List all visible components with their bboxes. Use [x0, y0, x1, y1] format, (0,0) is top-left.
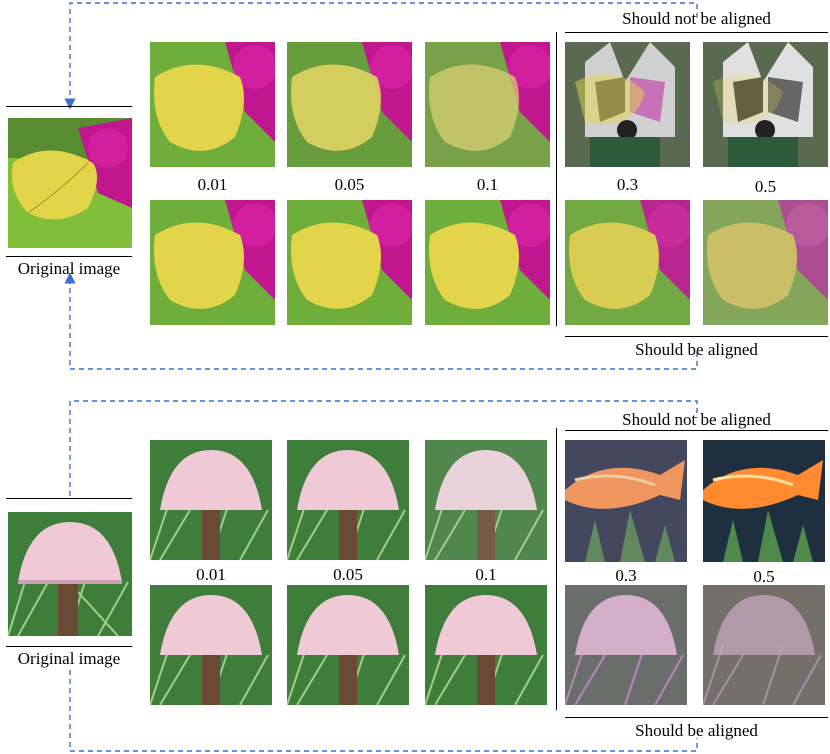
value-label-005: 0.05: [334, 175, 365, 194]
header-should-not-be-aligned-2: Should not be aligned: [622, 410, 771, 429]
image-top-01-2: [425, 440, 547, 560]
separator-vertical-2: [556, 428, 557, 710]
original-mushroom-image: [8, 512, 132, 636]
value-label-001: 0.01: [197, 175, 228, 194]
value-label-03-2: 0.3: [615, 566, 637, 585]
header-should-be-aligned-2: Should be aligned: [635, 721, 758, 740]
value-label-01: 0.1: [476, 175, 499, 194]
image-top-001: [150, 42, 275, 167]
image-bottom-01-2: [425, 585, 547, 705]
image-bottom-005-2: [287, 585, 409, 705]
original-butterfly-image: [8, 118, 132, 248]
image-bottom-03: [565, 200, 690, 325]
image-top-005: [287, 42, 412, 167]
value-label-01-2: 0.1: [475, 565, 497, 584]
header-bottom-line-2: [565, 717, 828, 718]
image-bottom-001-2: [150, 585, 272, 705]
header-should-be-aligned: Should be aligned: [635, 340, 758, 359]
original-bottom-line: [6, 256, 132, 257]
value-label-05: 0.5: [754, 177, 777, 196]
value-label-05-2: 0.5: [753, 567, 775, 586]
original-label-2: Original image: [17, 649, 121, 668]
header-top-line: [565, 32, 828, 33]
image-top-05-2: [703, 440, 825, 562]
image-bottom-03-2: [565, 585, 687, 705]
header-bottom-line: [565, 336, 828, 337]
header-top-line-2: [565, 430, 828, 431]
image-top-03-2: [565, 440, 687, 562]
original-bottom-line-2: [6, 646, 132, 647]
separator-vertical: [556, 32, 557, 326]
original-top-line-2: [6, 498, 132, 499]
image-top-001-2: [150, 440, 272, 560]
image-top-05: [703, 42, 828, 167]
original-top-line: [6, 106, 132, 107]
image-top-005-2: [287, 440, 409, 560]
value-label-005-2: 0.05: [333, 565, 363, 584]
image-top-03: [565, 42, 690, 167]
image-top-01: [425, 42, 550, 167]
value-label-001-2: 0.01: [196, 565, 226, 584]
image-bottom-01: [425, 200, 550, 325]
image-bottom-001: [150, 200, 275, 325]
header-should-not-be-aligned: Should not be aligned: [622, 9, 771, 28]
image-bottom-05-2: [703, 585, 825, 705]
image-bottom-05: [703, 200, 828, 325]
original-label: Original image: [17, 259, 121, 278]
image-bottom-005: [287, 200, 412, 325]
value-label-03: 0.3: [616, 175, 639, 194]
